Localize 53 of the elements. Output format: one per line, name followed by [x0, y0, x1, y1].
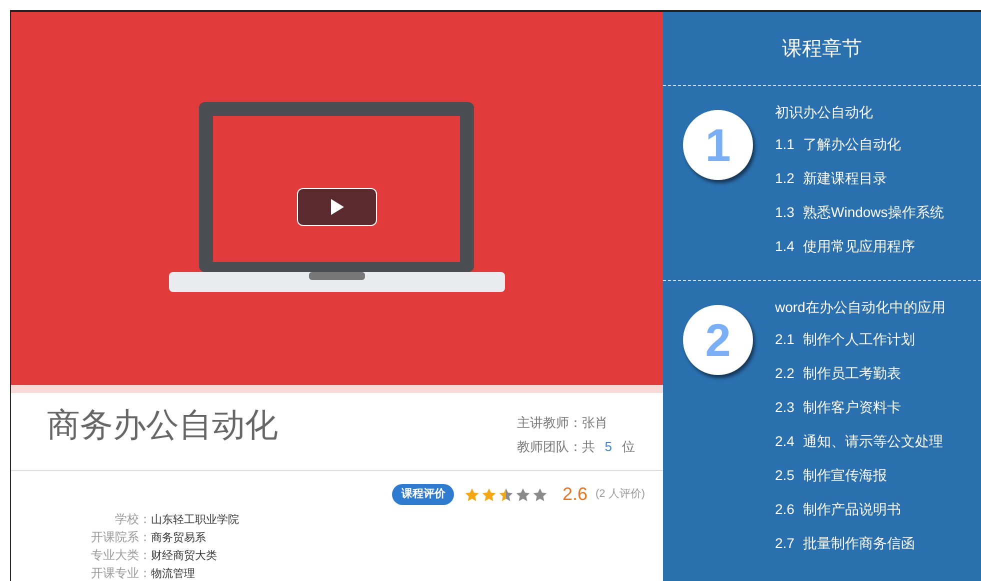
chapter-number-badge: 1 — [683, 110, 753, 180]
detail-label: 专业大类： — [90, 547, 151, 564]
detail-value: 商务贸易系 — [151, 530, 206, 546]
detail-value: 财经商贸大类 — [151, 548, 217, 564]
rating-count: (2 人评价) — [596, 487, 645, 502]
video-player[interactable] — [11, 12, 663, 386]
section-link[interactable]: 新建课程目录 — [803, 166, 887, 190]
team-prefix: 共 — [582, 438, 595, 456]
section-link[interactable]: 了解办公自动化 — [803, 132, 901, 156]
section-link[interactable]: 制作产品说明书 — [803, 497, 901, 521]
section-number: 2.5 — [775, 466, 796, 485]
star-icon — [515, 486, 532, 502]
detail-label: 开课院系： — [90, 529, 151, 546]
section-number: 2.7 — [775, 534, 796, 553]
team-suffix: 位 — [622, 438, 635, 456]
star-icon — [481, 486, 498, 502]
star-icon — [498, 486, 514, 502]
detail-label: 开课专业： — [90, 565, 151, 581]
chapter-number-badge: 2 — [683, 305, 753, 375]
section-link[interactable]: 制作客户资料卡 — [803, 395, 901, 419]
section-link[interactable]: 制作员工考勤表 — [803, 361, 901, 385]
course-title: 商务办公自动化 — [47, 405, 278, 446]
section-number: 1.2 — [775, 169, 796, 188]
detail-value: 山东轻工职业学院 — [151, 512, 239, 528]
section-number: 1.3 — [775, 203, 796, 222]
play-button[interactable] — [297, 188, 377, 226]
section-number: 2.3 — [775, 398, 796, 417]
detail-value: 物流管理 — [151, 566, 195, 581]
panel-title: 课程章节 — [663, 12, 981, 86]
teacher-name: 张肖 — [582, 414, 608, 432]
rating-score: 2.6 — [562, 483, 588, 506]
teacher-label: 主讲教师： — [516, 414, 582, 432]
play-icon — [329, 198, 345, 216]
rating-badge: 课程评价 — [392, 484, 454, 505]
section-number: 1.1 — [775, 135, 796, 154]
section-number: 2.6 — [775, 500, 796, 519]
section-number: 1.4 — [775, 237, 796, 256]
section-link[interactable]: 使用常见应用程序 — [803, 234, 915, 258]
chapter-title: word在办公自动化中的应用 — [775, 298, 946, 317]
section-link[interactable]: 制作个人工作计划 — [803, 327, 915, 351]
detail-label: 学校： — [114, 511, 151, 528]
section-link[interactable]: 通知、请示等公文处理 — [803, 429, 943, 453]
section-link[interactable]: 制作宣传海报 — [803, 463, 887, 487]
chapter-title: 初识办公自动化 — [775, 103, 874, 122]
team-label: 教师团队： — [516, 438, 582, 456]
section-number: 2.4 — [775, 432, 796, 451]
star-icon — [532, 486, 548, 502]
section-number: 2.1 — [775, 330, 796, 349]
team-count: 5 — [604, 438, 613, 456]
star-icon — [464, 486, 480, 502]
section-link[interactable]: 批量制作商务信函 — [803, 531, 915, 555]
section-link[interactable]: 熟悉Windows操作系统 — [803, 200, 944, 224]
section-number: 2.2 — [775, 364, 796, 383]
